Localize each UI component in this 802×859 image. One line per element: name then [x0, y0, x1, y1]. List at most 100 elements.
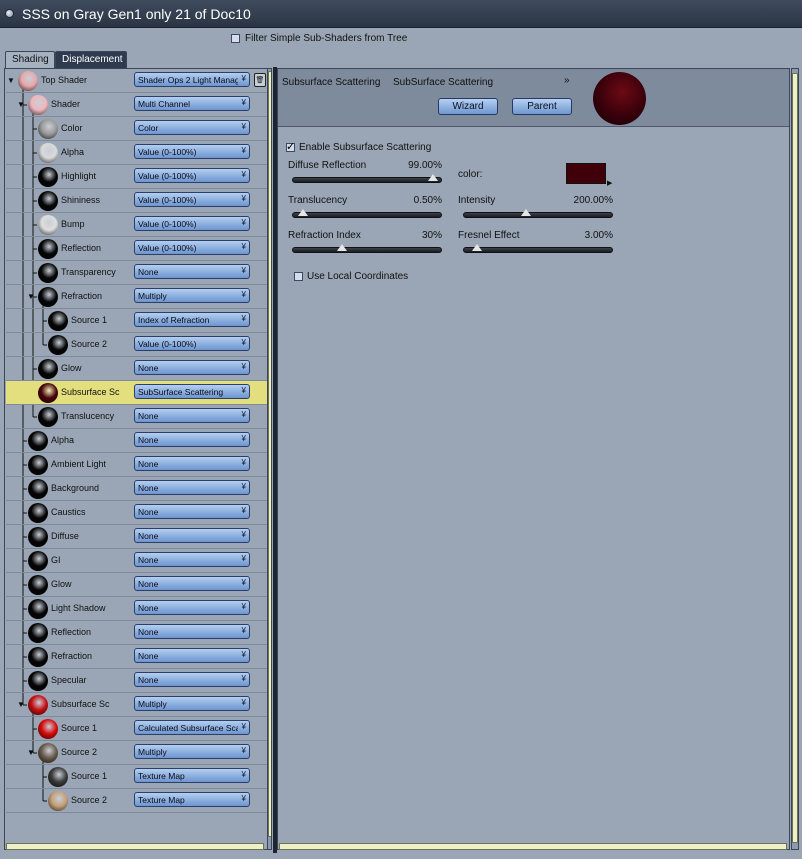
- shader-type-dropdown[interactable]: Value (0-100%) ¥: [134, 192, 250, 207]
- shader-type-dropdown[interactable]: Shader Ops 2 Light Manager ¥: [134, 72, 250, 87]
- tree-row[interactable]: Source 2 Value (0-100%) ¥: [6, 333, 268, 357]
- fresnel-effect-thumb[interactable]: [471, 244, 482, 251]
- shader-type-dropdown[interactable]: Multiply ¥: [134, 288, 250, 303]
- shader-type-dropdown[interactable]: Color ¥: [134, 120, 250, 135]
- tree-row[interactable]: Reflection None ¥: [6, 621, 268, 645]
- shader-type-dropdown[interactable]: None ¥: [134, 504, 250, 519]
- shader-type-dropdown[interactable]: None ¥: [134, 576, 250, 591]
- shader-type-dropdown[interactable]: None ¥: [134, 456, 250, 471]
- tree-row[interactable]: Translucency None ¥: [6, 405, 268, 429]
- enable-sss-row[interactable]: Enable Subsurface Scattering: [286, 140, 431, 153]
- tree-row[interactable]: ▼ Shader Multi Channel ¥: [6, 93, 268, 117]
- tree-row[interactable]: ▼ Source 2 Multiply ¥: [6, 741, 268, 765]
- shader-type-dropdown[interactable]: None ¥: [134, 624, 250, 639]
- expand-triangle-icon[interactable]: ▼: [27, 292, 35, 301]
- tree-row[interactable]: Source 2 Texture Map ¥: [6, 789, 268, 813]
- tree-row[interactable]: Color Color ¥: [6, 117, 268, 141]
- shader-type-dropdown[interactable]: Texture Map ¥: [134, 792, 250, 807]
- shader-type-dropdown[interactable]: None ¥: [134, 528, 250, 543]
- intensity-slider[interactable]: [463, 209, 613, 218]
- shader-type-dropdown[interactable]: None ¥: [134, 600, 250, 615]
- tree-row[interactable]: Refraction None ¥: [6, 645, 268, 669]
- tree-row[interactable]: Diffuse None ¥: [6, 525, 268, 549]
- tree-row[interactable]: Alpha None ¥: [6, 429, 268, 453]
- tree-row[interactable]: Source 1 Index of Refraction ¥: [6, 309, 268, 333]
- tree-row[interactable]: Specular None ¥: [6, 669, 268, 693]
- tree-row[interactable]: Caustics None ¥: [6, 501, 268, 525]
- shader-type-dropdown[interactable]: SubSurface Scattering ¥: [134, 384, 250, 399]
- tree-row[interactable]: Light Shadow None ¥: [6, 597, 268, 621]
- tree-row[interactable]: Bump Value (0-100%) ¥: [6, 213, 268, 237]
- tree-row[interactable]: Reflection Value (0-100%) ¥: [6, 237, 268, 261]
- shader-type-dropdown[interactable]: None ¥: [134, 480, 250, 495]
- shader-type-dropdown[interactable]: None ¥: [134, 264, 250, 279]
- parent-button[interactable]: Parent: [512, 98, 572, 115]
- chevron-down-icon[interactable]: »: [564, 75, 570, 86]
- dropdown-value: None: [138, 651, 159, 661]
- fresnel-effect-slider[interactable]: [463, 244, 613, 253]
- panel-scroll-thumb[interactable]: [792, 73, 798, 843]
- shader-type-dropdown[interactable]: Value (0-100%) ¥: [134, 240, 250, 255]
- panel-vertical-scrollbar[interactable]: [791, 68, 799, 850]
- filter-checkbox[interactable]: [231, 33, 240, 43]
- enable-sss-checkbox[interactable]: [286, 140, 295, 153]
- tree-row[interactable]: Ambient Light None ¥: [6, 453, 268, 477]
- shader-type-dropdown[interactable]: Value (0-100%) ¥: [134, 336, 250, 351]
- panel-horizontal-scrollbar[interactable]: [279, 843, 787, 850]
- tree-row[interactable]: Transparency None ¥: [6, 261, 268, 285]
- shader-type-dropdown[interactable]: None ¥: [134, 360, 250, 375]
- shader-type-dropdown[interactable]: Calculated Subsurface Scattering¥: [134, 720, 250, 735]
- shader-type-dropdown[interactable]: None ¥: [134, 408, 250, 423]
- shader-type-dropdown[interactable]: None ¥: [134, 648, 250, 663]
- trash-icon[interactable]: 🗑: [254, 73, 266, 87]
- tree-row[interactable]: Source 1 Texture Map ¥: [6, 765, 268, 789]
- filter-simple-subshaders[interactable]: Filter Simple Sub-Shaders from Tree: [231, 32, 407, 44]
- shader-type-dropdown[interactable]: Value (0-100%) ¥: [134, 168, 250, 183]
- diffuse-reflection-slider[interactable]: [292, 174, 442, 183]
- tree-row[interactable]: Glow None ¥: [6, 357, 268, 381]
- refraction-index-thumb[interactable]: [336, 244, 347, 251]
- tree-row[interactable]: Source 1 Calculated Subsurface Scattering…: [6, 717, 268, 741]
- shader-type-dropdown[interactable]: Multiply ¥: [134, 744, 250, 759]
- tree-row[interactable]: ▼ Refraction Multiply ¥: [6, 285, 268, 309]
- diffuse-reflection-thumb[interactable]: [427, 174, 438, 181]
- tab-shading[interactable]: Shading: [5, 51, 55, 68]
- shader-type-dropdown[interactable]: None ¥: [134, 432, 250, 447]
- tree-row[interactable]: Subsurface Sc SubSurface Scattering ¥: [6, 381, 268, 405]
- shader-type-dropdown[interactable]: Texture Map ¥: [134, 768, 250, 783]
- shader-type-dropdown[interactable]: None ¥: [134, 672, 250, 687]
- shader-type-dropdown[interactable]: Multi Channel ¥: [134, 96, 250, 111]
- use-local-coordinates-checkbox[interactable]: [294, 272, 303, 281]
- tree-vertical-scrollbar[interactable]: [267, 69, 271, 849]
- tree-row[interactable]: Background None ¥: [6, 477, 268, 501]
- tree-horizontal-scrollbar[interactable]: [6, 843, 264, 850]
- tree-scroll-thumb[interactable]: [268, 71, 271, 837]
- tree-row[interactable]: Highlight Value (0-100%) ¥: [6, 165, 268, 189]
- shader-type-dropdown[interactable]: Multiply ¥: [134, 696, 250, 711]
- tree-row[interactable]: ▼ Top Shader Shader Ops 2 Light Manager ¥ 🗑: [6, 69, 268, 93]
- tree-row[interactable]: Glow None ¥: [6, 573, 268, 597]
- shader-type-dropdown[interactable]: None ¥: [134, 552, 250, 567]
- expand-triangle-icon[interactable]: ▼: [27, 748, 35, 757]
- caret-right-icon[interactable]: ▶: [607, 179, 612, 187]
- color-swatch[interactable]: [566, 163, 606, 184]
- shader-type-dropdown[interactable]: Value (0-100%) ¥: [134, 144, 250, 159]
- translucency-thumb[interactable]: [297, 209, 308, 216]
- expand-triangle-icon[interactable]: ▼: [7, 76, 15, 85]
- shader-type-dropdown[interactable]: Index of Refraction ¥: [134, 312, 250, 327]
- close-icon[interactable]: [5, 9, 14, 18]
- wizard-button[interactable]: Wizard: [438, 98, 498, 115]
- tree-row[interactable]: ▼ Subsurface Sc Multiply ¥: [6, 693, 268, 717]
- refraction-index-slider[interactable]: [292, 244, 442, 253]
- tab-displacement[interactable]: Displacement: [55, 51, 127, 68]
- shader-type-dropdown[interactable]: Value (0-100%) ¥: [134, 216, 250, 231]
- intensity-thumb[interactable]: [520, 209, 531, 216]
- use-local-coordinates-row[interactable]: Use Local Coordinates: [294, 271, 408, 282]
- expand-triangle-icon[interactable]: ▼: [17, 100, 25, 109]
- expand-triangle-icon[interactable]: ▼: [17, 700, 25, 709]
- tree-row[interactable]: GI None ¥: [6, 549, 268, 573]
- shader-type-selector[interactable]: SubSurface Scattering: [393, 77, 493, 88]
- translucency-slider[interactable]: [292, 209, 442, 218]
- tree-row[interactable]: Alpha Value (0-100%) ¥: [6, 141, 268, 165]
- tree-row[interactable]: Shininess Value (0-100%) ¥: [6, 189, 268, 213]
